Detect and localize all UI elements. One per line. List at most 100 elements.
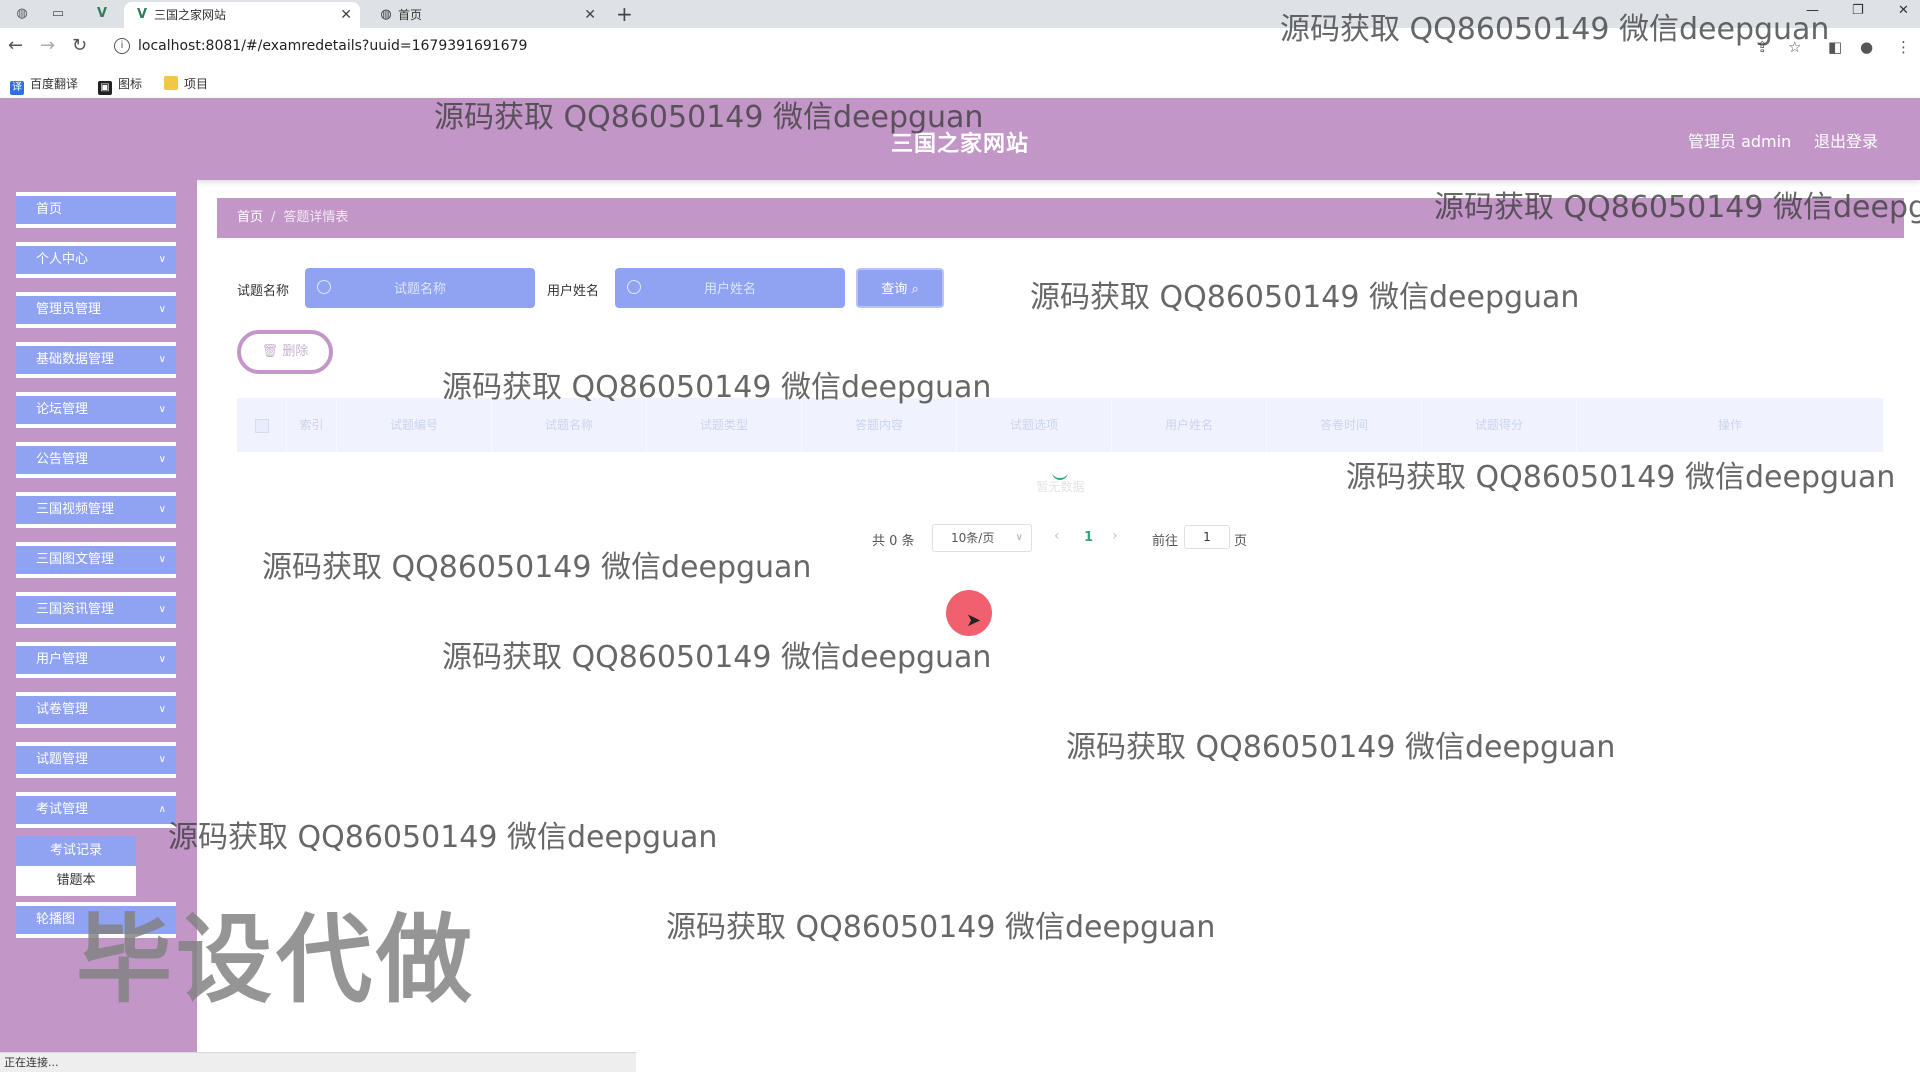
admin-user-label: 管理员 admin xyxy=(1688,132,1792,151)
mouse-cursor-icon: ➤ xyxy=(966,610,982,631)
delete-button-label: 删除 xyxy=(282,344,309,359)
tab-home[interactable]: ◍ 首页 ✕ xyxy=(368,2,604,28)
menu-kebab-icon[interactable]: ⋮ xyxy=(1896,39,1911,55)
chevron-down-icon: ∨ xyxy=(158,254,166,265)
column-header[interactable]: 试题编号 xyxy=(337,398,492,452)
close-tab-icon[interactable]: ✕ xyxy=(340,2,352,28)
sidebar-item-label: 管理员管理 xyxy=(36,302,102,317)
sidebar-item-news[interactable]: 三国资讯管理 ∨ xyxy=(16,592,176,628)
bookmark-folder-project[interactable]: 项目 xyxy=(164,75,208,92)
folder-icon xyxy=(164,76,178,90)
restore-icon[interactable]: ❐ xyxy=(1852,0,1864,22)
back-icon[interactable]: ← xyxy=(8,36,23,56)
sidebar-item-users[interactable]: 用户管理 ∨ xyxy=(16,642,176,678)
site-info-icon[interactable]: i xyxy=(114,38,130,54)
search-icon xyxy=(317,280,331,294)
column-header[interactable]: 试题得分 xyxy=(1422,398,1577,452)
sidebar-item-label: 首页 xyxy=(36,202,63,217)
watermark-text: 源码获取 QQ86050149 微信deepguan xyxy=(1346,460,1896,495)
sidebar-item-questions[interactable]: 试题管理 ∨ xyxy=(16,742,176,778)
sidebar-item-papers[interactable]: 试卷管理 ∨ xyxy=(16,692,176,728)
sidebar-item-forum[interactable]: 论坛管理 ∨ xyxy=(16,392,176,428)
watermark-text: 源码获取 QQ86050149 微信deepguan xyxy=(434,100,984,135)
delete-button[interactable]: 🗑 删除 xyxy=(237,330,333,374)
goto-page-input[interactable]: 1 xyxy=(1184,525,1230,549)
side-panel-icon[interactable]: ◧ xyxy=(1828,39,1842,55)
chevron-down-icon: ∨ xyxy=(158,504,166,515)
column-header[interactable]: 答题内容 xyxy=(802,398,957,452)
chevron-down-icon: ∨ xyxy=(158,354,166,365)
sidebar-item-label: 试卷管理 xyxy=(36,702,89,717)
tab-title: 首页 xyxy=(398,8,423,22)
sidebar-item-home[interactable]: 首页 xyxy=(16,192,176,228)
sidebar-item-label: 用户管理 xyxy=(36,652,89,667)
column-header[interactable]: 试题名称 xyxy=(492,398,647,452)
pagination-total: 共 0 条 xyxy=(872,534,915,549)
chevron-down-icon: ∨ xyxy=(158,304,166,315)
table-header: 索引 试题编号 试题名称 试题类型 答题内容 试题选项 用户姓名 答卷时间 试题… xyxy=(237,398,1884,452)
sidebar-item-announcements[interactable]: 公告管理 ∨ xyxy=(16,442,176,478)
sidebar-item-personal-center[interactable]: 个人中心 ∨ xyxy=(16,242,176,278)
globe-icon[interactable]: ◍ xyxy=(14,6,30,22)
vue-logo-icon[interactable]: V xyxy=(94,6,110,22)
watermark-text: 源码获取 QQ86050149 微信deepguan xyxy=(168,820,718,855)
bookmark-label: 图标 xyxy=(118,77,143,91)
column-header[interactable]: 试题类型 xyxy=(647,398,802,452)
search-icon: ⌕ xyxy=(911,282,919,297)
sidebar-item-label: 轮播图 xyxy=(36,912,76,927)
window-close-icon[interactable]: ✕ xyxy=(1898,0,1909,22)
sidebar-item-label: 三国图文管理 xyxy=(36,552,115,567)
sidebar-item-label: 公告管理 xyxy=(36,452,89,467)
forward-icon[interactable]: → xyxy=(40,36,55,56)
submenu-exam-records[interactable]: 考试记录 xyxy=(16,836,136,866)
chevron-up-icon: ∧ xyxy=(158,804,166,815)
user-name-input[interactable] xyxy=(615,268,845,308)
chevron-down-icon: ∨ xyxy=(158,404,166,415)
watermark-text: 源码获取 QQ86050149 微信deepguan xyxy=(1066,730,1616,765)
sidebar-item-videos[interactable]: 三国视频管理 ∨ xyxy=(16,492,176,528)
bookmark-label: 百度翻译 xyxy=(30,77,79,91)
watermark-text: 源码获取 QQ86050149 微信deepguan xyxy=(262,550,812,585)
reload-icon[interactable]: ↻ xyxy=(72,36,87,56)
breadcrumb-current: 答题详情表 xyxy=(283,210,349,225)
sidebar-item-pictures[interactable]: 三国图文管理 ∨ xyxy=(16,542,176,578)
prev-page-icon[interactable]: ‹ xyxy=(1054,528,1060,544)
column-header[interactable]: 试题选项 xyxy=(957,398,1112,452)
goto-label: 前往 xyxy=(1152,534,1179,549)
watermark-text: 源码获取 QQ86050149 微信deepguan xyxy=(1280,12,1830,47)
page-suffix: 页 xyxy=(1234,534,1248,549)
next-page-icon[interactable]: › xyxy=(1112,528,1118,544)
column-header[interactable]: 用户姓名 xyxy=(1112,398,1267,452)
watermark-big-text: 毕设代做 xyxy=(76,904,476,1016)
sidebar-item-admin-management[interactable]: 管理员管理 ∨ xyxy=(16,292,176,328)
question-name-input[interactable] xyxy=(305,268,535,308)
sidebar-item-base-data[interactable]: 基础数据管理 ∨ xyxy=(16,342,176,378)
page-number[interactable]: 1 xyxy=(1084,530,1093,545)
user-name-label: 用户姓名 xyxy=(547,284,600,299)
chevron-down-icon: ∨ xyxy=(158,454,166,465)
new-tab-icon[interactable]: + xyxy=(616,2,633,26)
sidebar-item-label: 三国资讯管理 xyxy=(36,602,115,617)
search-icon xyxy=(627,280,641,294)
bookmark-baidu-translate[interactable]: 译百度翻译 xyxy=(10,75,78,95)
breadcrumb-home[interactable]: 首页 xyxy=(237,210,263,225)
watermark-text: 源码获取 QQ86050149 微信deepguan xyxy=(666,910,1216,945)
chevron-down-icon: ∨ xyxy=(158,754,166,765)
page-size-value: 10条/页 xyxy=(951,531,995,545)
page-size-select[interactable]: 10条/页 ∨ xyxy=(932,524,1032,552)
column-header[interactable]: 答卷时间 xyxy=(1267,398,1422,452)
translate-icon: 译 xyxy=(10,81,24,95)
trash-icon: 🗑 xyxy=(261,344,279,359)
tab-sanguo-site[interactable]: V 三国之家网站 ✕ xyxy=(124,2,360,28)
column-header[interactable]: 索引 xyxy=(287,398,337,452)
blank-page-icon[interactable]: ▭ xyxy=(50,6,66,22)
bookmark-icons[interactable]: ▣ 图标 xyxy=(98,75,142,95)
sidebar-item-exams[interactable]: 考试管理 ∧ xyxy=(16,792,176,828)
watermark-text: 源码获取 QQ86050149 微信deepguan xyxy=(442,640,992,675)
query-button[interactable]: 查询 ⌕ xyxy=(856,268,944,308)
select-all-checkbox[interactable] xyxy=(255,419,269,433)
close-tab-icon[interactable]: ✕ xyxy=(584,2,596,28)
sidebar-item-label: 论坛管理 xyxy=(36,402,89,417)
profile-icon[interactable]: ● xyxy=(1860,39,1873,55)
logout-link[interactable]: 退出登录 xyxy=(1814,128,1878,152)
